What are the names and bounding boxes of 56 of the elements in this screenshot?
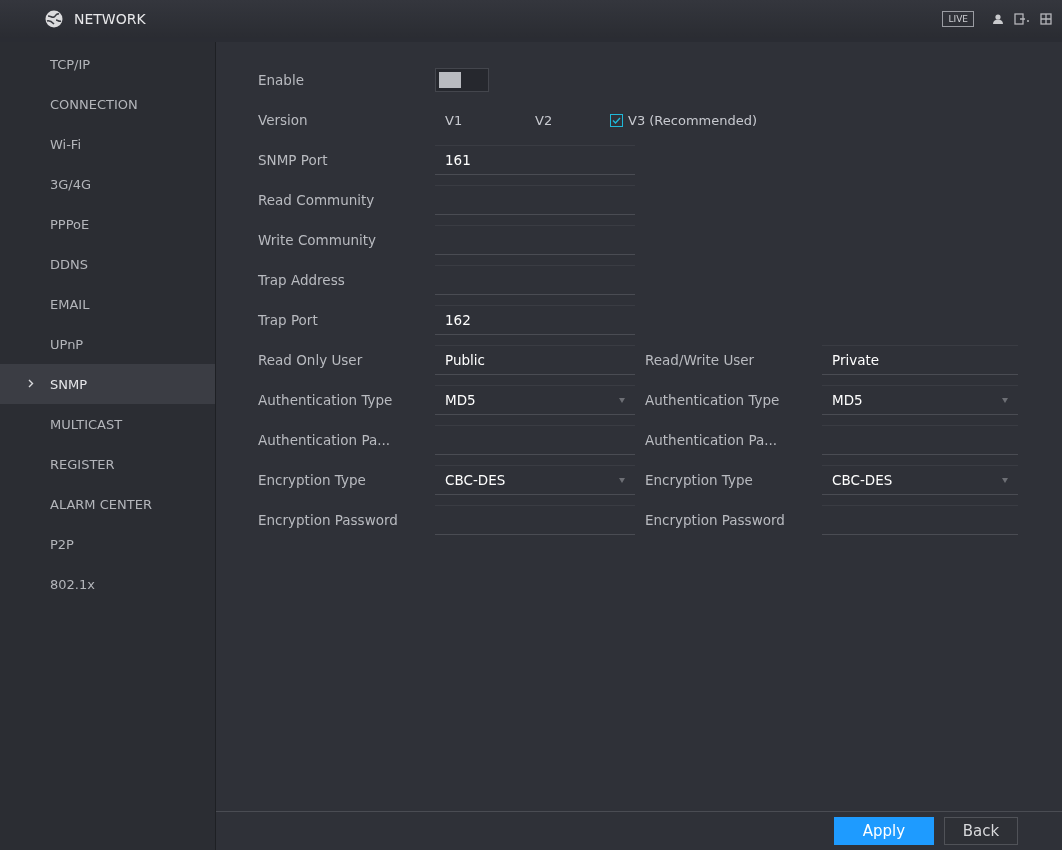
field-label: Write Community bbox=[258, 232, 378, 248]
sidebar-item[interactable]: PPPoE bbox=[0, 204, 215, 244]
field-label: Read Community bbox=[258, 192, 376, 208]
caret-icon bbox=[1002, 398, 1008, 403]
dropdown[interactable]: MD5 bbox=[822, 385, 1018, 415]
field-label: Authentication Type bbox=[258, 392, 394, 408]
grid-icon[interactable] bbox=[1040, 13, 1052, 25]
globe-icon bbox=[44, 9, 64, 29]
field-label: Version bbox=[258, 112, 309, 128]
sidebar-item[interactable]: ALARM CENTER bbox=[0, 484, 215, 524]
field-label: Read/Write User bbox=[645, 352, 756, 368]
caret-icon bbox=[619, 478, 625, 483]
checkbox-checked-icon[interactable] bbox=[610, 113, 623, 127]
sidebar-item[interactable]: Wi-Fi bbox=[0, 124, 215, 164]
field-label: Authentication Type bbox=[645, 392, 781, 408]
live-button[interactable]: LIVE bbox=[942, 11, 974, 27]
field-label: Authentication Pa... bbox=[645, 432, 779, 448]
sidebar-item[interactable]: 3G/4G bbox=[0, 164, 215, 204]
sidebar-item[interactable]: MULTICAST bbox=[0, 404, 215, 444]
page-title: NETWORK bbox=[74, 11, 146, 27]
dropdown[interactable]: CBC-DES bbox=[822, 465, 1018, 495]
input-field[interactable]: 162 bbox=[435, 305, 635, 335]
field-label: Trap Address bbox=[258, 272, 346, 288]
field-label: Authentication Pa... bbox=[258, 432, 392, 448]
sidebar-item[interactable]: UPnP bbox=[0, 324, 215, 364]
version-option[interactable]: V1 bbox=[435, 112, 535, 128]
version-option[interactable]: V3 (Recommended) bbox=[610, 112, 758, 128]
field-label: Encryption Type bbox=[258, 472, 367, 488]
caret-icon bbox=[1002, 478, 1008, 483]
enable-toggle[interactable] bbox=[435, 68, 489, 92]
dropdown[interactable]: CBC-DES bbox=[435, 465, 635, 495]
sidebar-item[interactable]: REGISTER bbox=[0, 444, 215, 484]
caret-icon bbox=[619, 398, 625, 403]
user-icon[interactable] bbox=[992, 13, 1004, 25]
action-button[interactable]: Back bbox=[944, 817, 1018, 845]
field-label: Enable bbox=[258, 72, 305, 88]
chevron-icon bbox=[28, 379, 34, 388]
input-field[interactable]: Public bbox=[435, 345, 635, 375]
input-field[interactable]: Private bbox=[822, 345, 1018, 375]
sidebar-item[interactable]: SNMP bbox=[0, 364, 215, 404]
input-field[interactable]: 161 bbox=[435, 145, 635, 175]
sidebar-item[interactable]: P2P bbox=[0, 524, 215, 564]
sidebar-item[interactable]: EMAIL bbox=[0, 284, 215, 324]
dropdown[interactable]: MD5 bbox=[435, 385, 635, 415]
field-label: Read Only User bbox=[258, 352, 364, 368]
sidebar-item[interactable]: CONNECTION bbox=[0, 84, 215, 124]
sidebar-item[interactable]: TCP/IP bbox=[0, 44, 215, 84]
logout-icon[interactable] bbox=[1014, 13, 1030, 25]
field-label: Encryption Type bbox=[645, 472, 754, 488]
sidebar-item[interactable]: DDNS bbox=[0, 244, 215, 284]
version-option[interactable]: V2 bbox=[535, 112, 610, 128]
sidebar-item[interactable]: 802.1x bbox=[0, 564, 215, 604]
field-label: Encryption Password bbox=[645, 512, 786, 528]
field-label: Encryption Password bbox=[258, 512, 399, 528]
field-label: SNMP Port bbox=[258, 152, 329, 168]
field-label: Trap Port bbox=[258, 312, 319, 328]
